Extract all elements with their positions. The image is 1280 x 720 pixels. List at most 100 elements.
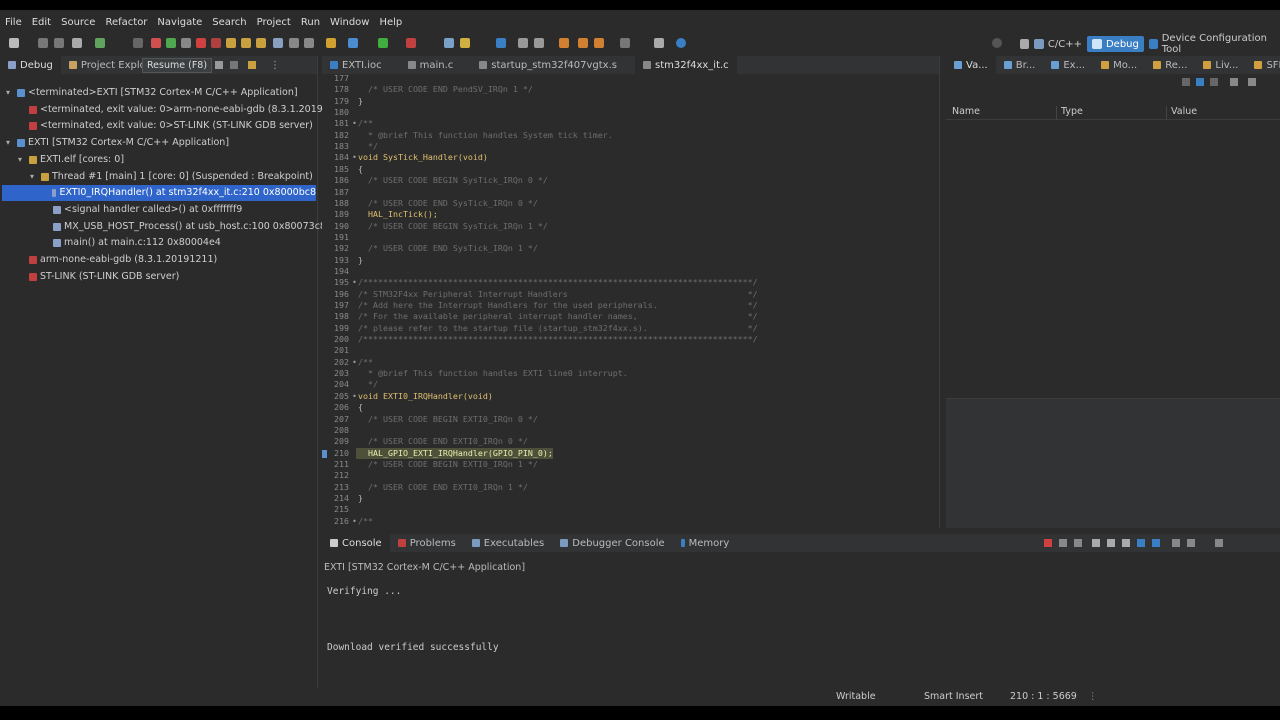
toggle-mark-icon[interactable]	[496, 38, 506, 48]
line-number[interactable]: 180	[322, 107, 352, 118]
tab-problems[interactable]: Problems	[390, 534, 464, 552]
tab-sfrs[interactable]: SFRs	[1246, 56, 1280, 74]
remove-all-icon[interactable]	[1074, 539, 1082, 547]
tab-registers[interactable]: Re...	[1145, 56, 1195, 74]
display-console-icon[interactable]	[1187, 539, 1195, 547]
line-number[interactable]: 208	[322, 425, 352, 436]
forward-icon[interactable]	[594, 38, 604, 48]
menu-project[interactable]: Project	[252, 14, 296, 32]
terminate-icon[interactable]	[196, 38, 206, 48]
search-icon[interactable]	[992, 38, 1002, 48]
suspend-icon[interactable]	[181, 38, 191, 48]
link-editor-icon[interactable]	[248, 61, 256, 69]
open-console-icon[interactable]	[654, 38, 664, 48]
column-type[interactable]: Type	[1056, 106, 1083, 120]
line-number[interactable]: 201	[322, 345, 352, 356]
tab-debug[interactable]: Debug	[0, 56, 61, 74]
show-logical-icon[interactable]	[1210, 78, 1218, 86]
instruction-stepping-icon[interactable]	[273, 38, 283, 48]
step-over-icon[interactable]	[241, 38, 251, 48]
perspective-cpp[interactable]: C/C++	[1029, 36, 1087, 52]
line-number[interactable]: 204	[322, 379, 352, 390]
line-number[interactable]: 213	[322, 482, 352, 493]
line-number[interactable]: 190	[322, 221, 352, 232]
column-value[interactable]: Value	[1166, 106, 1197, 120]
tab-console[interactable]: Console	[322, 534, 390, 552]
tab-startup-s[interactable]: startup_stm32f407vgtx.s	[471, 56, 625, 74]
build-icon[interactable]	[95, 38, 105, 48]
perspective-device-config[interactable]: Device Configuration Tool	[1144, 33, 1280, 55]
line-number[interactable]: 194	[322, 266, 352, 277]
expand-toggle-icon[interactable]: ▾	[6, 85, 14, 101]
prev-edit-icon[interactable]	[559, 38, 569, 48]
word-wrap-icon[interactable]	[1122, 539, 1130, 547]
debug-tree-item[interactable]: ▾ EXTI [STM32 Cortex-M C/C++ Application]	[0, 135, 229, 151]
print-icon[interactable]	[72, 38, 82, 48]
back-icon[interactable]	[578, 38, 588, 48]
menu-file[interactable]: File	[0, 14, 27, 32]
line-number[interactable]: 202	[322, 357, 352, 368]
tab-memory[interactable]: Memory	[673, 534, 738, 552]
open-type-icon[interactable]	[444, 38, 454, 48]
remove-launch-icon[interactable]	[1059, 539, 1067, 547]
external-tools-icon[interactable]	[406, 38, 416, 48]
show-on-error-icon[interactable]	[1152, 539, 1160, 547]
tab-expressions[interactable]: Ex...	[1043, 56, 1093, 74]
debug-tree-item[interactable]: MX_USB_HOST_Process() at usb_host.c:100 …	[0, 219, 326, 235]
line-number[interactable]: 181	[322, 118, 352, 129]
debug-tree-item[interactable]: ▾ <terminated>EXTI [STM32 Cortex-M C/C++ …	[0, 85, 298, 101]
menu-navigate[interactable]: Navigate	[152, 14, 207, 32]
show-on-output-icon[interactable]	[1137, 539, 1145, 547]
menu-refactor[interactable]: Refactor	[100, 14, 152, 32]
pin-console-icon[interactable]	[1172, 539, 1180, 547]
scroll-lock-icon[interactable]	[1107, 539, 1115, 547]
tab-modules[interactable]: Mo...	[1093, 56, 1145, 74]
debug-icon[interactable]	[348, 38, 358, 48]
tab-live-expressions[interactable]: Liv...	[1195, 56, 1246, 74]
line-number[interactable]: 187	[322, 187, 352, 198]
line-number[interactable]: 179	[322, 96, 352, 107]
tab-stm32f4xx-it-c[interactable]: stm32f4xx_it.c	[634, 56, 737, 74]
resume-icon[interactable]	[166, 38, 176, 48]
expand-toggle-icon[interactable]: ▾	[30, 169, 38, 185]
line-number[interactable]: 178	[322, 84, 352, 95]
save-icon[interactable]	[38, 38, 48, 48]
line-number[interactable]: 198	[322, 311, 352, 322]
line-number[interactable]: 207	[322, 414, 352, 425]
line-number[interactable]: 205	[322, 391, 352, 402]
clear-console-icon[interactable]	[1092, 539, 1100, 547]
annotation-icon[interactable]	[518, 38, 528, 48]
code-area[interactable]: 177 178 /* USER CODE END PendSV_IRQn 1 */…	[322, 73, 939, 528]
expand-toggle-icon[interactable]: ▾	[18, 152, 26, 168]
variable-detail-pane[interactable]	[946, 398, 1280, 528]
line-number[interactable]: 183	[322, 141, 352, 152]
line-number[interactable]: 216	[322, 516, 352, 527]
use-step-filters-icon[interactable]	[304, 38, 314, 48]
line-number[interactable]: 184	[322, 152, 352, 163]
line-number[interactable]: 206	[322, 402, 352, 413]
terminate-console-icon[interactable]	[1044, 539, 1052, 547]
debug-config-icon[interactable]	[326, 38, 336, 48]
line-number[interactable]: 189	[322, 209, 352, 220]
collapse-all-icon[interactable]	[215, 61, 223, 69]
tab-variables[interactable]: Va...	[946, 56, 996, 74]
debug-tree-item[interactable]: <terminated, exit value: 0>ST-LINK (ST-L…	[0, 118, 313, 134]
column-name[interactable]: Name	[952, 106, 980, 117]
menu-help[interactable]: Help	[374, 14, 407, 32]
collapse-icon[interactable]	[1182, 78, 1190, 86]
remove-terminated-icon[interactable]	[230, 61, 238, 69]
line-number[interactable]: 212	[322, 470, 352, 481]
line-number[interactable]: 196	[322, 289, 352, 300]
run-icon[interactable]	[378, 38, 388, 48]
debug-tree-item[interactable]: ST-LINK (ST-LINK GDB server)	[0, 269, 179, 285]
line-number[interactable]: 200	[322, 334, 352, 345]
status-insert-mode[interactable]: Smart Insert	[924, 691, 983, 702]
line-number[interactable]: 203	[322, 368, 352, 379]
tab-breakpoints[interactable]: Br...	[996, 56, 1044, 74]
perspective-debug[interactable]: Debug	[1086, 36, 1144, 52]
line-number[interactable]: 211	[322, 459, 352, 470]
collapse-all-icon[interactable]	[1230, 78, 1238, 86]
info-icon[interactable]	[676, 38, 686, 48]
tab-debugger-console[interactable]: Debugger Console	[552, 534, 672, 552]
line-number[interactable]: 185	[322, 164, 352, 175]
